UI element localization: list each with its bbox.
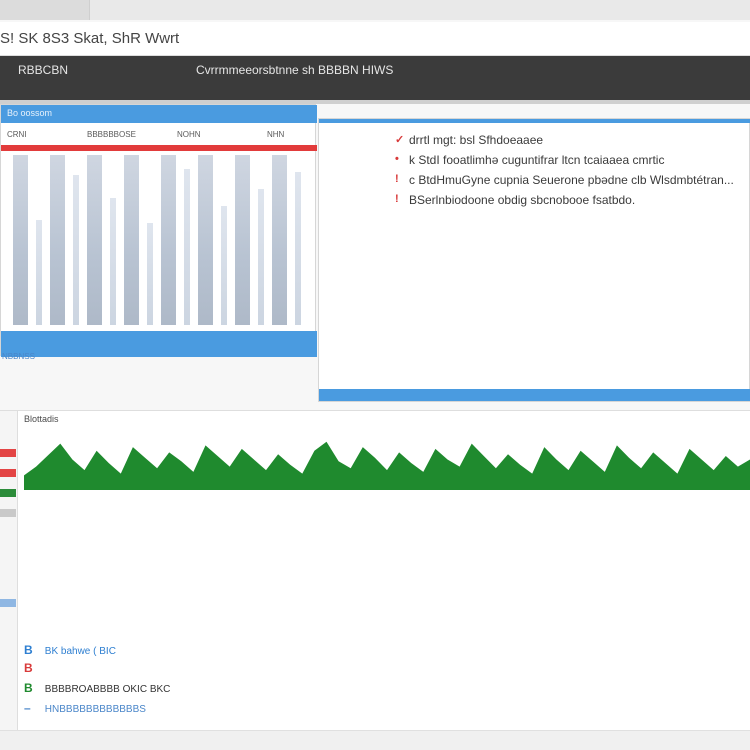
legend-symbol: B bbox=[24, 661, 33, 675]
bar-8[interactable] bbox=[146, 223, 153, 325]
legend-text: HNBBBBBBBBBBBBS bbox=[44, 704, 146, 715]
bar-13[interactable] bbox=[234, 155, 250, 325]
bar-5[interactable] bbox=[86, 155, 102, 325]
bar-10[interactable] bbox=[183, 168, 190, 325]
panel-title-bar[interactable]: Bo oossom bbox=[1, 105, 317, 123]
column-headers: CRNI BBBBBBOSE NOHN NHN bbox=[1, 127, 317, 145]
highlight-line bbox=[1, 145, 317, 151]
bar-6[interactable] bbox=[109, 197, 116, 325]
issue-text: c BtdHmuGyne cupnia Seuerone pbədne clb … bbox=[409, 173, 734, 187]
column-header[interactable]: BBBBBBOSE bbox=[87, 130, 136, 139]
bar-11[interactable] bbox=[197, 155, 213, 325]
legend-item[interactable]: B BBBBROABBBB OKIC BKC bbox=[24, 681, 170, 695]
legend-text: BK bahwe ( BIC bbox=[44, 646, 116, 657]
waveform-area bbox=[24, 441, 750, 486]
sidebar-chip[interactable] bbox=[0, 509, 16, 517]
address-text[interactable]: S! SK 8S3 Skat, ShR Wwrt bbox=[0, 30, 300, 47]
sidebar-chip[interactable] bbox=[0, 469, 16, 477]
legend-symbol: – bbox=[24, 701, 31, 715]
column-header[interactable]: CRNI bbox=[7, 130, 27, 139]
app-window: S! SK 8S3 Skat, ShR Wwrt RBBCBN Cvrrmmee… bbox=[0, 0, 750, 750]
bar-3[interactable] bbox=[49, 155, 65, 325]
legend-symbol: B bbox=[24, 643, 33, 657]
timeline-sidebar bbox=[0, 411, 18, 741]
bar-2[interactable] bbox=[35, 219, 42, 325]
sidebar-chip[interactable] bbox=[0, 489, 16, 497]
address-bar[interactable]: S! SK 8S3 Skat, ShR Wwrt bbox=[0, 22, 750, 56]
legend-item[interactable]: B bbox=[24, 661, 42, 675]
header-left-label[interactable]: RBBCBN bbox=[18, 63, 68, 77]
panel-status-bar bbox=[1, 331, 317, 357]
legend-symbol: B bbox=[24, 681, 33, 695]
bar-7[interactable] bbox=[123, 155, 139, 325]
sidebar-chip[interactable] bbox=[0, 599, 16, 607]
legend-text: BBBBROABBBB OKIC BKC bbox=[44, 684, 171, 695]
panel-status-bar bbox=[319, 389, 750, 401]
issue-text: k StdI fooatlimhə cuguntifrar ltcn tcaia… bbox=[409, 153, 665, 167]
issue-text: drrtl mgt: bsl Sfhdoeaaee bbox=[409, 133, 544, 147]
timeline-panel: Blottadis B BK bahwe ( BIC B B BBBBROABB… bbox=[0, 410, 750, 741]
timeline-label: Blottadis bbox=[24, 414, 59, 424]
waveform-baseline bbox=[24, 486, 750, 490]
activity-waveform bbox=[24, 441, 750, 490]
bullet-icon: • bbox=[395, 153, 399, 165]
bar-1[interactable] bbox=[12, 155, 28, 325]
sidebar-chip[interactable] bbox=[0, 449, 16, 457]
panel-footer-label: NBBNSS bbox=[2, 352, 35, 361]
app-header: RBBCBN Cvrrmmeeorsbtnne sh BBBBN HIWS bbox=[0, 56, 750, 102]
column-header[interactable]: NHN bbox=[267, 130, 284, 139]
panel-top-accent bbox=[319, 119, 750, 123]
panel-title: Bo oossom bbox=[7, 108, 53, 118]
bar-14[interactable] bbox=[257, 189, 264, 325]
browser-tab[interactable] bbox=[0, 0, 90, 20]
alert-icon: ! bbox=[395, 173, 399, 185]
legend-item[interactable]: B BK bahwe ( BIC bbox=[24, 643, 116, 657]
bar-15[interactable] bbox=[271, 155, 287, 325]
bar-chart bbox=[11, 155, 307, 325]
bar-16[interactable] bbox=[294, 172, 301, 325]
tab-strip bbox=[0, 0, 750, 20]
legend-item[interactable]: – HNBBBBBBBBBBBBS bbox=[24, 701, 146, 715]
bar-9[interactable] bbox=[160, 155, 176, 325]
header-title: Cvrrmmeeorsbtnne sh BBBBN HIWS bbox=[196, 63, 394, 77]
bar-12[interactable] bbox=[220, 206, 227, 325]
column-header[interactable]: NOHN bbox=[177, 130, 201, 139]
alert-icon: ! bbox=[395, 193, 399, 205]
issue-text: BSerlnbiodoone obdig sbcnobooe fsatbdo. bbox=[409, 193, 636, 207]
bar-chart-panel: Bo oossom CRNI BBBBBBOSE NOHN NHN bbox=[0, 104, 317, 357]
bar-4[interactable] bbox=[72, 175, 79, 325]
check-icon: ✓ bbox=[395, 134, 405, 146]
issues-panel: ✓ drrtl mgt: bsl Sfhdoeaaee • k StdI foo… bbox=[318, 118, 750, 402]
horizontal-scrollbar[interactable] bbox=[0, 730, 750, 750]
